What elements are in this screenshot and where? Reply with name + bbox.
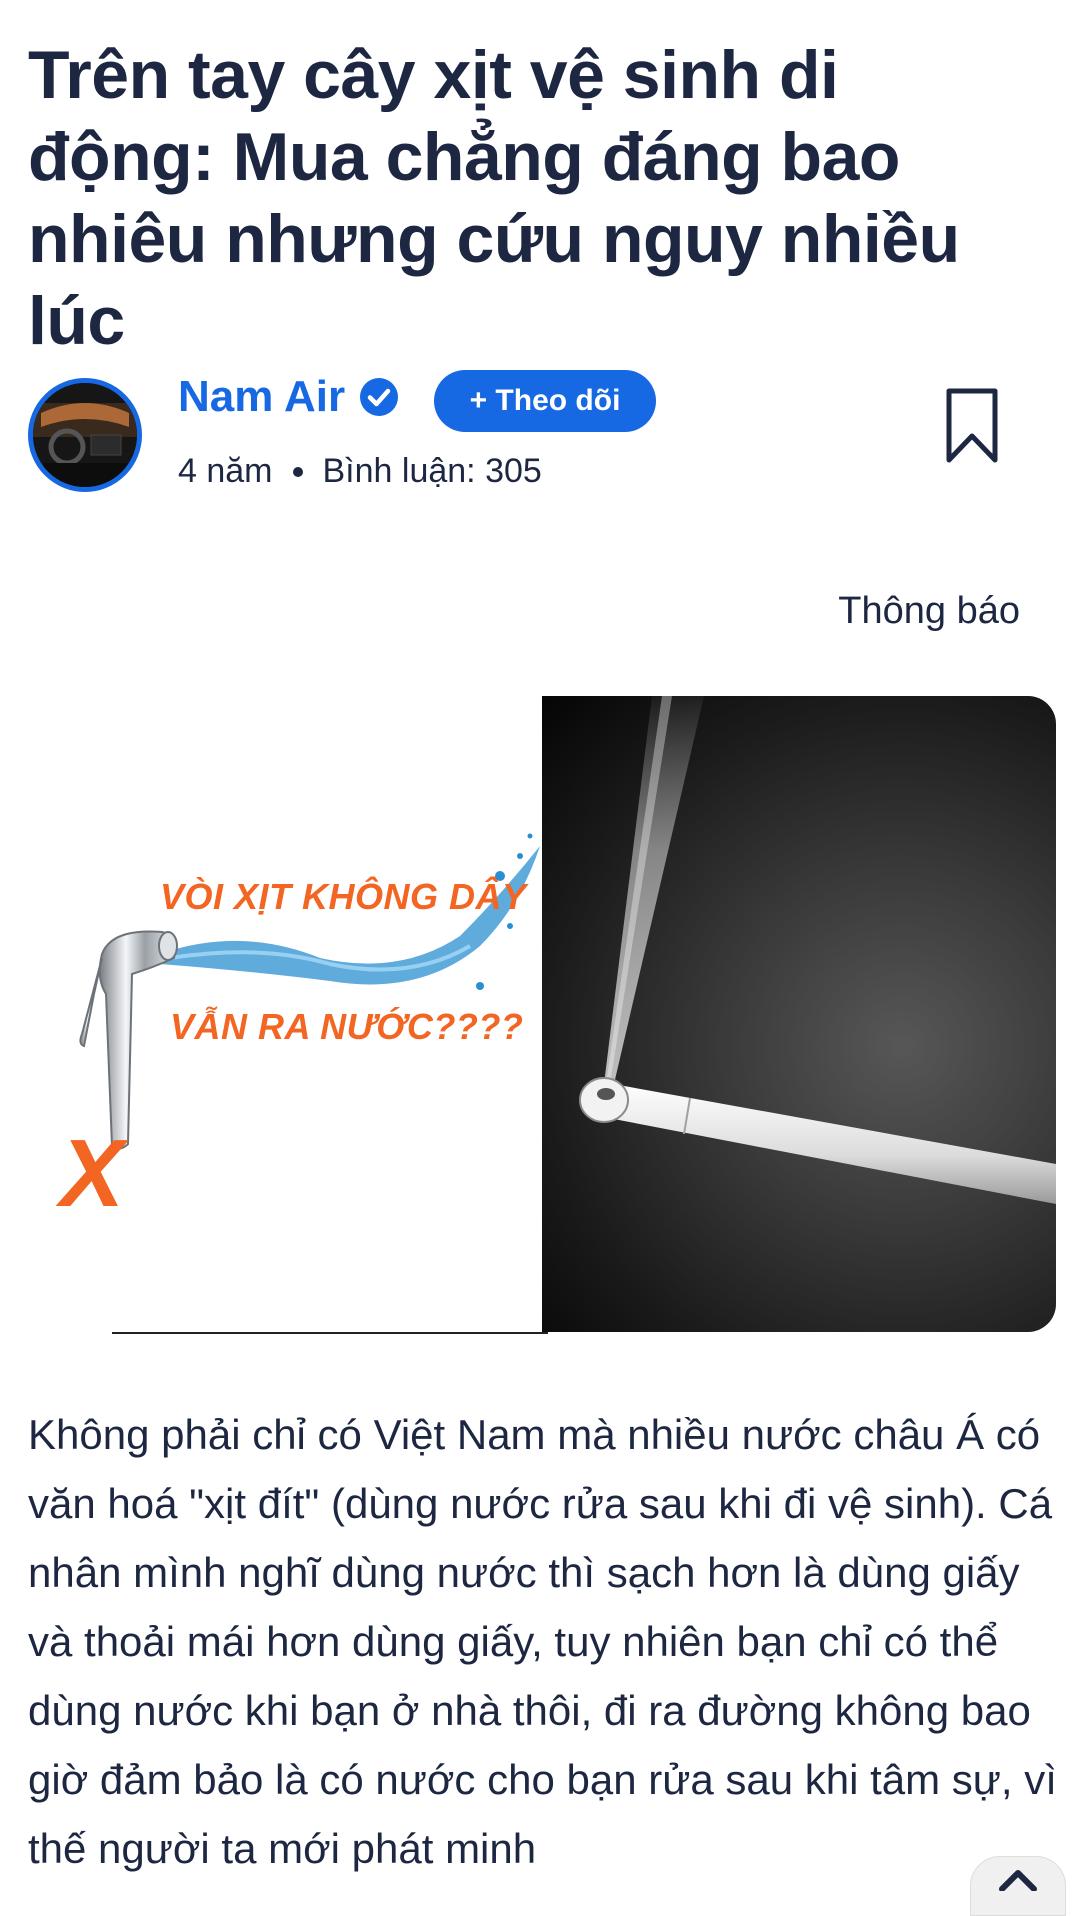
article-title: Trên tay cây xịt vệ sinh di động: Mua ch… bbox=[28, 37, 960, 359]
hero-left-panel: VÒI XỊT KHÔNG DÂY VẪN RA NƯỚC???? X bbox=[0, 696, 544, 1332]
notification-button[interactable]: Thông báo bbox=[838, 590, 1020, 633]
separator-dot bbox=[292, 466, 303, 477]
post-age: 4 năm bbox=[178, 452, 273, 490]
author-avatar[interactable] bbox=[28, 378, 142, 492]
author-name[interactable]: Nam Air bbox=[178, 372, 345, 422]
promo-text-2: VẪN RA NƯỚC???? bbox=[170, 1006, 524, 1047]
portable-bidet-photo bbox=[579, 696, 1056, 1204]
chevron-up-icon bbox=[999, 1870, 1037, 1891]
avatar-image bbox=[33, 383, 137, 487]
follow-button[interactable]: + Theo dõi bbox=[434, 370, 656, 432]
verified-check-icon bbox=[360, 378, 398, 416]
article-body: Không phải chỉ có Việt Nam mà nhiều nước… bbox=[28, 1411, 1057, 1872]
hero-right-photo bbox=[542, 696, 1056, 1332]
scroll-to-top-button[interactable] bbox=[970, 1856, 1066, 1916]
image-baseline bbox=[112, 1332, 548, 1334]
bookmark-icon[interactable] bbox=[944, 386, 1000, 466]
hero-image: VÒI XỊT KHÔNG DÂY VẪN RA NƯỚC???? X bbox=[0, 696, 1056, 1334]
article-meta: 4 năm Bình luận: 305 bbox=[178, 452, 542, 491]
promo-text-1: VÒI XỊT KHÔNG DÂY bbox=[160, 876, 527, 917]
comment-count[interactable]: Bình luận: 305 bbox=[323, 452, 542, 491]
x-mark: X bbox=[60, 1120, 125, 1227]
